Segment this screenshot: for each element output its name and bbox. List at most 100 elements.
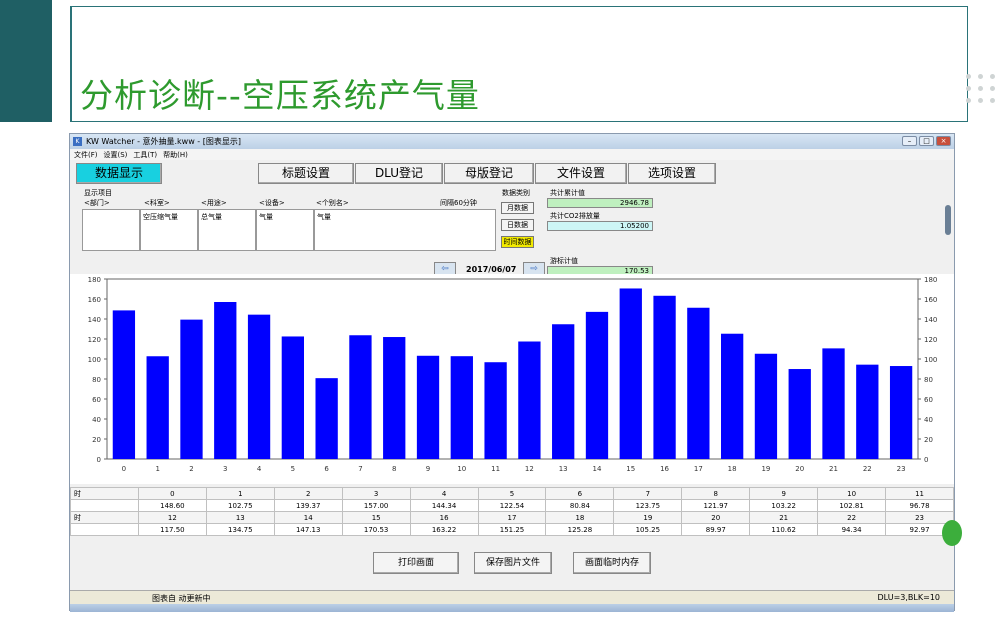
y-tick-label-left: 160 xyxy=(88,296,101,304)
table-cell: 94.34 xyxy=(817,523,887,536)
col-header-usage: <用途> xyxy=(201,199,227,207)
table-cell: 0 xyxy=(137,487,207,500)
dot xyxy=(978,74,983,79)
bar xyxy=(585,311,609,459)
bar xyxy=(619,288,642,459)
y-tick-label-right: 100 xyxy=(924,356,937,364)
hourly-data-button[interactable]: 时间数据 xyxy=(501,236,534,248)
name-list[interactable]: 气量 xyxy=(314,209,496,251)
slide-title: 分析诊断--空压系统产气量 xyxy=(80,76,480,115)
table-cell: 102.75 xyxy=(205,499,275,512)
tab-option-settings[interactable]: 选项设置 xyxy=(628,163,716,184)
y-tick-label-left: 100 xyxy=(88,356,101,364)
status-text: 图表自 动更新中 xyxy=(152,594,211,603)
bar xyxy=(856,364,879,459)
section-list[interactable]: 空压缩气量 xyxy=(140,209,198,251)
y-tick-label-left: 140 xyxy=(88,316,101,324)
tab-data-display[interactable]: 数据显示 xyxy=(76,163,162,184)
x-tick-label: 22 xyxy=(863,465,872,473)
y-tick-label-left: 80 xyxy=(92,376,101,384)
table-row: 时 0 1 2 3 4 5 6 7 8 9 10 11 xyxy=(70,487,954,500)
list-item[interactable]: 总气量 xyxy=(201,213,222,221)
table-cell: 8 xyxy=(681,487,751,500)
co2-value: 1.05200 xyxy=(547,221,653,231)
y-tick-label-right: 40 xyxy=(924,416,933,424)
print-screen-button[interactable]: 打印画面 xyxy=(373,552,459,574)
table-cell: 4 xyxy=(409,487,479,500)
tab-master-register[interactable]: 母版登记 xyxy=(444,163,534,184)
x-tick-label: 7 xyxy=(358,465,362,473)
bar xyxy=(484,362,507,459)
col-header-device: <设备> xyxy=(259,199,285,207)
x-tick-label: 16 xyxy=(660,465,669,473)
menu-help[interactable]: 帮助(H) xyxy=(163,150,188,160)
app-window: K KW Watcher - 意外抽量.kww - [图表显示] – □ × 文… xyxy=(69,133,955,612)
table-cell: 15 xyxy=(341,511,411,524)
interval-label: 间隔60分钟 xyxy=(440,199,477,207)
dot xyxy=(990,86,995,91)
dept-list[interactable] xyxy=(82,209,140,251)
slide-scroll-handle[interactable] xyxy=(945,205,951,235)
table-cell: 157.00 xyxy=(341,499,411,512)
tab-file-settings[interactable]: 文件设置 xyxy=(535,163,627,184)
y-tick-label-right: 20 xyxy=(924,436,933,444)
x-tick-label: 19 xyxy=(761,465,770,473)
menu-settings[interactable]: 设置(S) xyxy=(104,150,128,160)
device-list[interactable]: 气量 xyxy=(256,209,314,251)
x-tick-label: 8 xyxy=(392,465,396,473)
tab-dlu-register[interactable]: DLU登记 xyxy=(355,163,443,184)
x-tick-label: 1 xyxy=(155,465,159,473)
usage-list[interactable]: 总气量 xyxy=(198,209,256,251)
maximize-icon[interactable]: □ xyxy=(919,136,934,146)
table-cell: 5 xyxy=(477,487,547,500)
table-cell: 123.75 xyxy=(613,499,683,512)
list-item[interactable]: 气量 xyxy=(317,213,331,221)
table-cell: 21 xyxy=(749,511,819,524)
table-cell: 96.78 xyxy=(885,499,954,512)
x-tick-label: 6 xyxy=(324,465,329,473)
row-label-cell xyxy=(70,523,139,536)
table-cell: 14 xyxy=(273,511,343,524)
bar xyxy=(788,369,811,459)
table-row: 时 12 13 14 15 16 17 18 19 20 21 22 23 xyxy=(70,511,954,524)
menu-file[interactable]: 文件(F) xyxy=(74,150,98,160)
tab-title-settings[interactable]: 标题设置 xyxy=(258,163,354,184)
bar xyxy=(112,310,136,459)
slide-nav-button[interactable] xyxy=(942,520,962,546)
table-row: 148.60 102.75 139.37 157.00 144.34 122.54 80.8… xyxy=(70,499,954,512)
bar xyxy=(146,356,169,459)
table-cell: 105.25 xyxy=(613,523,683,536)
row-label-cell: 时 xyxy=(70,511,139,524)
table-cell: 20 xyxy=(681,511,751,524)
x-tick-label: 12 xyxy=(525,465,534,473)
dot xyxy=(978,86,983,91)
current-date: 2017/06/07 xyxy=(466,265,517,274)
close-icon[interactable]: × xyxy=(936,136,951,146)
row-label-cell: 时 xyxy=(70,487,139,500)
status-bar: 图表自 动更新中 DLU=3,BLK=10 xyxy=(70,590,954,604)
save-image-button[interactable]: 保存图片文件 xyxy=(474,552,552,574)
temp-memory-button[interactable]: 画面临时内存 xyxy=(573,552,651,574)
co2-label: 共计CO2排放量 xyxy=(550,212,600,220)
x-tick-label: 17 xyxy=(694,465,703,473)
y-tick-label-right: 80 xyxy=(924,376,933,384)
table-cell: 2 xyxy=(273,487,343,500)
daily-data-button[interactable]: 日数据 xyxy=(501,219,534,231)
minimize-icon[interactable]: – xyxy=(902,136,917,146)
y-tick-label-right: 180 xyxy=(924,276,937,284)
monthly-data-button[interactable]: 月数据 xyxy=(501,202,534,214)
display-items-label: 显示项目 xyxy=(84,189,112,197)
y-tick-label-left: 40 xyxy=(92,416,101,424)
menu-tools[interactable]: 工具(T) xyxy=(133,150,157,160)
table-cell: 144.34 xyxy=(409,499,479,512)
dot xyxy=(966,86,971,91)
table-cell: 1 xyxy=(205,487,275,500)
list-item[interactable]: 气量 xyxy=(259,213,273,221)
list-item[interactable]: 空压缩气量 xyxy=(143,213,178,221)
y-tick-label-right: 60 xyxy=(924,396,933,404)
bar-chart: 0 020 2040 4060 6080 80100 100120 120140 140160 1… xyxy=(70,274,954,484)
table-cell: 163.22 xyxy=(409,523,479,536)
window-title: KW Watcher - 意外抽量.kww - [图表显示] xyxy=(86,137,241,146)
dot xyxy=(978,98,983,103)
bar xyxy=(720,333,744,459)
